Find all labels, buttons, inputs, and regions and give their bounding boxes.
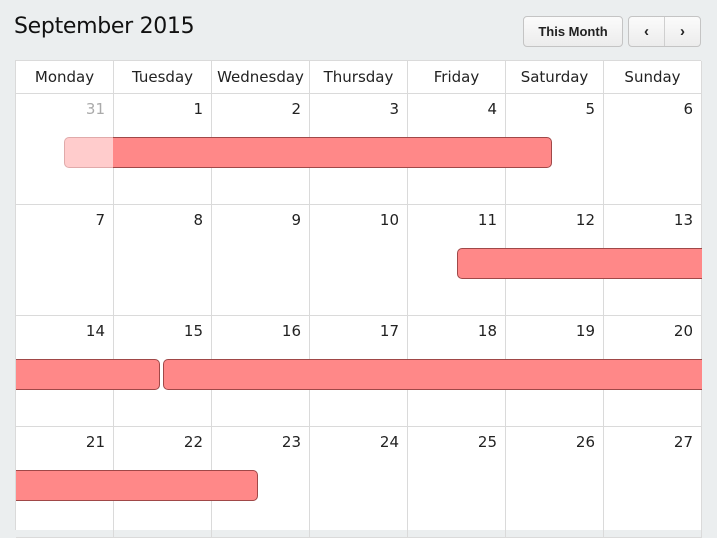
day-number: 18: [477, 322, 497, 340]
day-number: 25: [477, 433, 497, 451]
weekday-header-row: Monday Tuesday Wednesday Thursday Friday…: [16, 61, 702, 94]
day-cell[interactable]: 10: [310, 205, 408, 316]
event-bar[interactable]: [16, 359, 160, 390]
day-number: 23: [281, 433, 301, 451]
weekday-header: Sunday: [604, 61, 702, 94]
day-number: 4: [487, 100, 497, 118]
day-cell[interactable]: 26: [506, 427, 604, 538]
weekday-header: Friday: [408, 61, 506, 94]
this-month-button[interactable]: This Month: [523, 16, 623, 47]
day-number: 9: [291, 211, 301, 229]
chevron-right-icon[interactable]: ›: [664, 17, 700, 46]
day-number: 19: [575, 322, 595, 340]
calendar-title: September 2015: [14, 14, 195, 39]
month-nav-group: ‹ ›: [628, 16, 701, 47]
day-number: 14: [85, 322, 105, 340]
day-number: 15: [183, 322, 203, 340]
day-number: 1: [193, 100, 203, 118]
day-number: 22: [183, 433, 203, 451]
day-cell[interactable]: 7: [16, 205, 114, 316]
day-number: 6: [683, 100, 693, 118]
event-drag-ghost: [64, 137, 113, 168]
day-number: 21: [85, 433, 105, 451]
chevron-left-icon[interactable]: ‹: [629, 17, 664, 46]
weekday-header: Monday: [16, 61, 114, 94]
day-number: 3: [389, 100, 399, 118]
weekday-header: Tuesday: [114, 61, 212, 94]
day-number: 8: [193, 211, 203, 229]
day-cell[interactable]: 25: [408, 427, 506, 538]
day-cell[interactable]: 8: [114, 205, 212, 316]
event-bar[interactable]: [163, 359, 702, 390]
day-cell[interactable]: 27: [604, 427, 702, 538]
event-bar[interactable]: [113, 137, 552, 168]
calendar-grid: Monday Tuesday Wednesday Thursday Friday…: [15, 60, 702, 538]
day-cell[interactable]: 24: [310, 427, 408, 538]
day-number: 24: [379, 433, 399, 451]
day-number: 5: [585, 100, 595, 118]
day-number: 27: [673, 433, 693, 451]
day-number: 26: [575, 433, 595, 451]
day-number: 31: [85, 100, 105, 118]
event-bar[interactable]: [457, 248, 702, 279]
weekday-header: Saturday: [506, 61, 604, 94]
day-number: 7: [95, 211, 105, 229]
day-number: 10: [379, 211, 399, 229]
day-number: 20: [673, 322, 693, 340]
day-number: 16: [281, 322, 301, 340]
day-number: 17: [379, 322, 399, 340]
weekday-header: Thursday: [310, 61, 408, 94]
day-cell[interactable]: 9: [212, 205, 310, 316]
day-number: 2: [291, 100, 301, 118]
day-number: 13: [673, 211, 693, 229]
day-number: 12: [575, 211, 595, 229]
day-cell[interactable]: 6: [604, 94, 702, 205]
event-bar[interactable]: [16, 470, 258, 501]
day-number: 11: [477, 211, 497, 229]
weekday-header: Wednesday: [212, 61, 310, 94]
